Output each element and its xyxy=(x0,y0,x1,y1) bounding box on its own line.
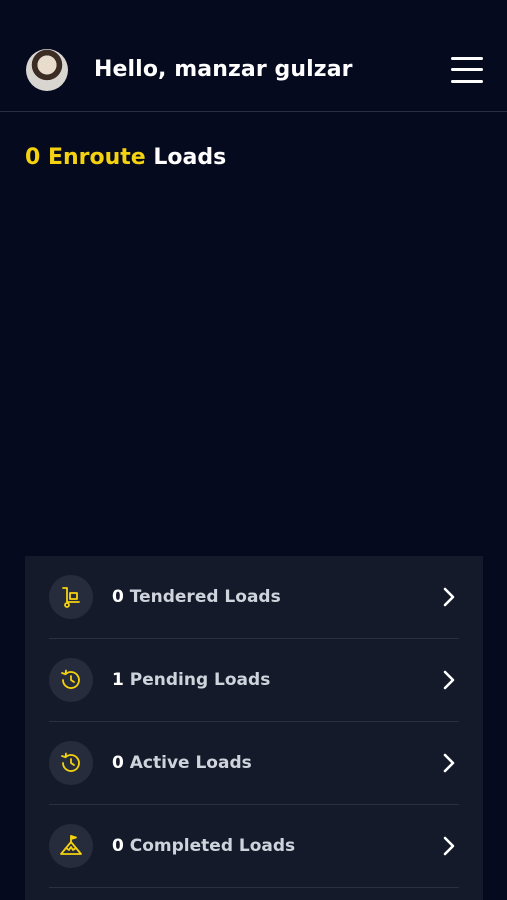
chevron-right-icon xyxy=(439,585,459,609)
active-count: 0 xyxy=(112,753,124,773)
tendered-loads-row[interactable]: 0 Tendered Loads xyxy=(49,556,459,639)
enroute-count: 0 Enroute xyxy=(25,145,146,170)
active-loads-label: 0 Active Loads xyxy=(112,753,439,773)
tendered-loads-label: 0 Tendered Loads xyxy=(112,587,439,607)
status-bar xyxy=(0,0,507,28)
chevron-right-icon xyxy=(439,668,459,692)
cart-icon xyxy=(49,575,93,619)
hamburger-menu-icon[interactable] xyxy=(451,56,483,83)
app-header: Hello, manzar gulzar xyxy=(0,28,507,112)
chevron-right-icon xyxy=(439,834,459,858)
loads-panel: 0 Tendered Loads 1 Pending Loads 0 Activ… xyxy=(25,556,483,900)
avatar[interactable] xyxy=(26,48,68,91)
enroute-loads-title: 0 Enroute Loads xyxy=(25,145,226,170)
flag-icon xyxy=(49,824,93,868)
completed-loads-row[interactable]: 0 Completed Loads xyxy=(49,805,459,888)
enroute-label: Loads xyxy=(145,145,227,170)
greeting-text: Hello, manzar gulzar xyxy=(94,57,353,82)
clock-icon xyxy=(49,741,93,785)
pending-text: Pending Loads xyxy=(123,670,271,690)
pending-loads-row[interactable]: 1 Pending Loads xyxy=(49,639,459,722)
completed-text: Completed Loads xyxy=(123,836,296,856)
pending-count: 1 xyxy=(112,670,124,690)
pending-loads-label: 1 Pending Loads xyxy=(112,670,439,690)
completed-loads-label: 0 Completed Loads xyxy=(112,836,439,856)
completed-count: 0 xyxy=(112,836,124,856)
active-loads-row[interactable]: 0 Active Loads xyxy=(49,722,459,805)
active-text: Active Loads xyxy=(123,753,252,773)
tendered-text: Tendered Loads xyxy=(123,587,281,607)
clock-icon xyxy=(49,658,93,702)
tendered-count: 0 xyxy=(112,587,124,607)
chevron-right-icon xyxy=(439,751,459,775)
